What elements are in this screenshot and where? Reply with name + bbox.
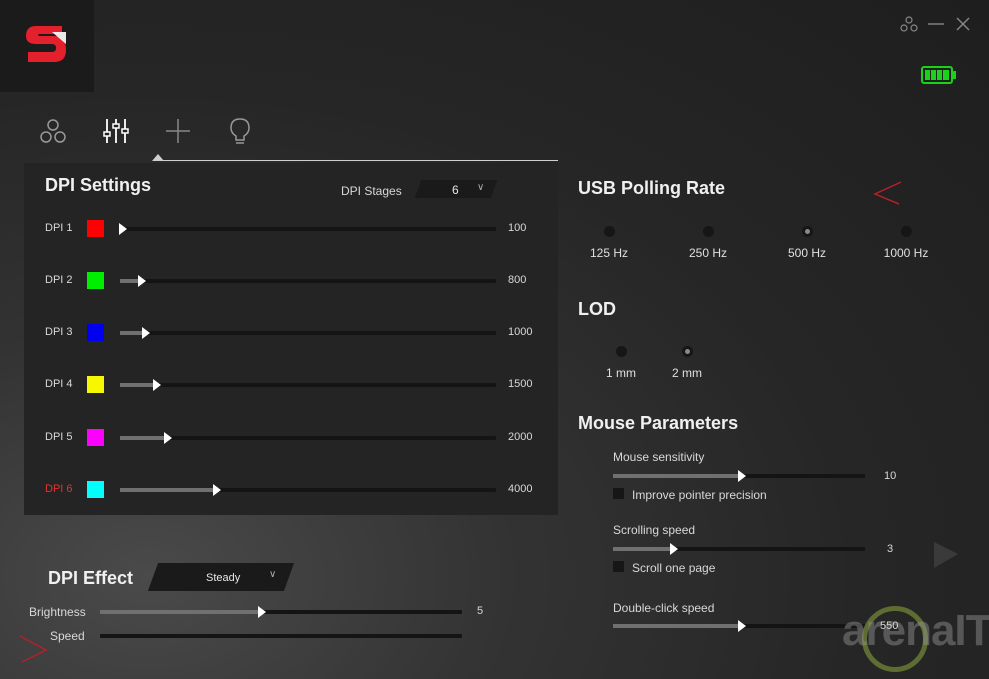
dpi-slider-thumb[interactable] [137,275,146,287]
decor-triangle-icon [932,540,960,575]
brightness-label: Brightness [29,605,86,619]
tab-underline [157,160,558,161]
dpi-row-label: DPI 4 [45,378,73,390]
tab-settings[interactable] [101,116,131,146]
dpi-slider[interactable] [120,379,496,391]
dpi-slider[interactable] [120,327,496,339]
dpi-value: 2000 [508,431,533,443]
dpi-value: 800 [508,274,527,286]
dpi-stages-label: DPI Stages [341,184,402,198]
polling-radio[interactable] [604,226,615,237]
dpi-value: 1500 [508,378,533,390]
profile-icon [40,119,66,143]
lightbulb-icon [230,118,250,144]
dpi-settings-panel [24,163,558,515]
mouse-sensitivity-slider[interactable] [613,470,865,482]
dpi-stages-value: 6 [452,183,459,197]
polling-radio[interactable] [802,226,813,237]
dpi-row-label: DPI 5 [45,431,73,443]
brightness-slider[interactable] [100,606,462,618]
dpi-slider-thumb[interactable] [164,432,173,444]
tab-lighting[interactable] [225,116,255,146]
scroll-one-page-label: Scroll one page [632,561,716,575]
lod-radio[interactable] [616,346,627,357]
mouse-sensitivity-value: 10 [884,470,897,482]
lod-option-label: 1 mm [606,366,636,380]
polling-radio[interactable] [703,226,714,237]
plus-icon [166,119,190,143]
scroll-one-page-checkbox[interactable] [613,561,624,572]
dpi-slider[interactable] [120,275,496,287]
scrolling-speed-thumb[interactable] [669,543,678,555]
dpi-slider-thumb[interactable] [213,484,221,496]
dpi-color-swatch[interactable] [87,220,104,237]
dpi-slider[interactable] [120,432,496,444]
dpi-slider[interactable] [119,223,496,235]
app-logo [0,0,94,92]
double-click-speed-label: Double-click speed [613,601,715,615]
mouse-sensitivity-label: Mouse sensitivity [613,450,705,464]
dpi-row-label: DPI 1 [45,222,73,234]
dpi-color-swatch[interactable] [87,481,104,498]
polling-radio[interactable] [901,226,912,237]
battery-icon [921,66,957,84]
chevron-down-icon: ∨ [477,182,485,193]
dpi-slider-thumb[interactable] [152,379,161,391]
dpi-value: 100 [508,222,527,234]
dpi-color-swatch[interactable] [87,324,104,341]
double-click-speed-slider[interactable] [613,620,865,632]
dpi-effect-value: Steady [206,572,241,584]
tab-profile[interactable] [38,116,68,146]
scrolling-speed-value: 3 [887,543,894,555]
dpi-color-swatch[interactable] [87,272,104,289]
dpi-color-swatch[interactable] [87,429,104,446]
dpi-value: 4000 [508,483,533,495]
decor-triangle-icon [18,634,48,669]
chevron-down-icon: ∨ [269,569,277,580]
dpi-value: 1000 [508,326,533,338]
dpi-row-label: DPI 3 [45,326,73,338]
close-icon[interactable] [953,14,973,34]
polling-option-label: 250 Hz [688,246,728,260]
settings-sliders-icon [103,119,129,143]
polling-option-label: 1000 Hz [883,246,929,260]
dpi-color-swatch[interactable] [87,376,104,393]
polling-option-label: 125 Hz [589,246,629,260]
watermark-logo: arenaIT [842,606,989,655]
double-click-speed-value: 550 [880,620,899,632]
lod-title: LOD [578,299,616,319]
dpi-slider-thumb[interactable] [119,223,127,235]
mouse-sensitivity-thumb[interactable] [738,470,746,482]
scrolling-speed-slider[interactable] [613,543,865,555]
account-icon[interactable] [899,14,919,34]
speed-slider[interactable] [100,634,462,638]
improve-precision-label: Improve pointer precision [632,488,767,502]
dpi-slider[interactable] [120,484,496,496]
mouse-parameters-title: Mouse Parameters [578,413,739,433]
dpi-effect-title: DPI Effect [48,568,134,588]
minimize-icon[interactable] [926,14,946,34]
dpi-settings-title: DPI Settings [45,175,152,195]
brightness-value: 5 [477,605,484,617]
polling-rate-title: USB Polling Rate [578,178,726,198]
speed-label: Speed [50,629,85,643]
lod-option-label: 2 mm [672,366,702,380]
lod-radio[interactable] [682,346,693,357]
logo-icon [26,26,66,62]
improve-precision-checkbox[interactable] [613,488,624,499]
double-click-speed-thumb[interactable] [738,620,746,632]
dpi-slider-thumb[interactable] [141,327,150,339]
decor-triangle-icon [873,180,903,211]
brightness-slider-thumb[interactable] [258,606,267,618]
dpi-row-label: DPI 2 [45,274,73,286]
scrolling-speed-label: Scrolling speed [613,523,696,537]
tab-macros[interactable] [163,116,193,146]
dpi-row-label: DPI 6 [45,483,73,495]
polling-option-label: 500 Hz [787,246,827,260]
